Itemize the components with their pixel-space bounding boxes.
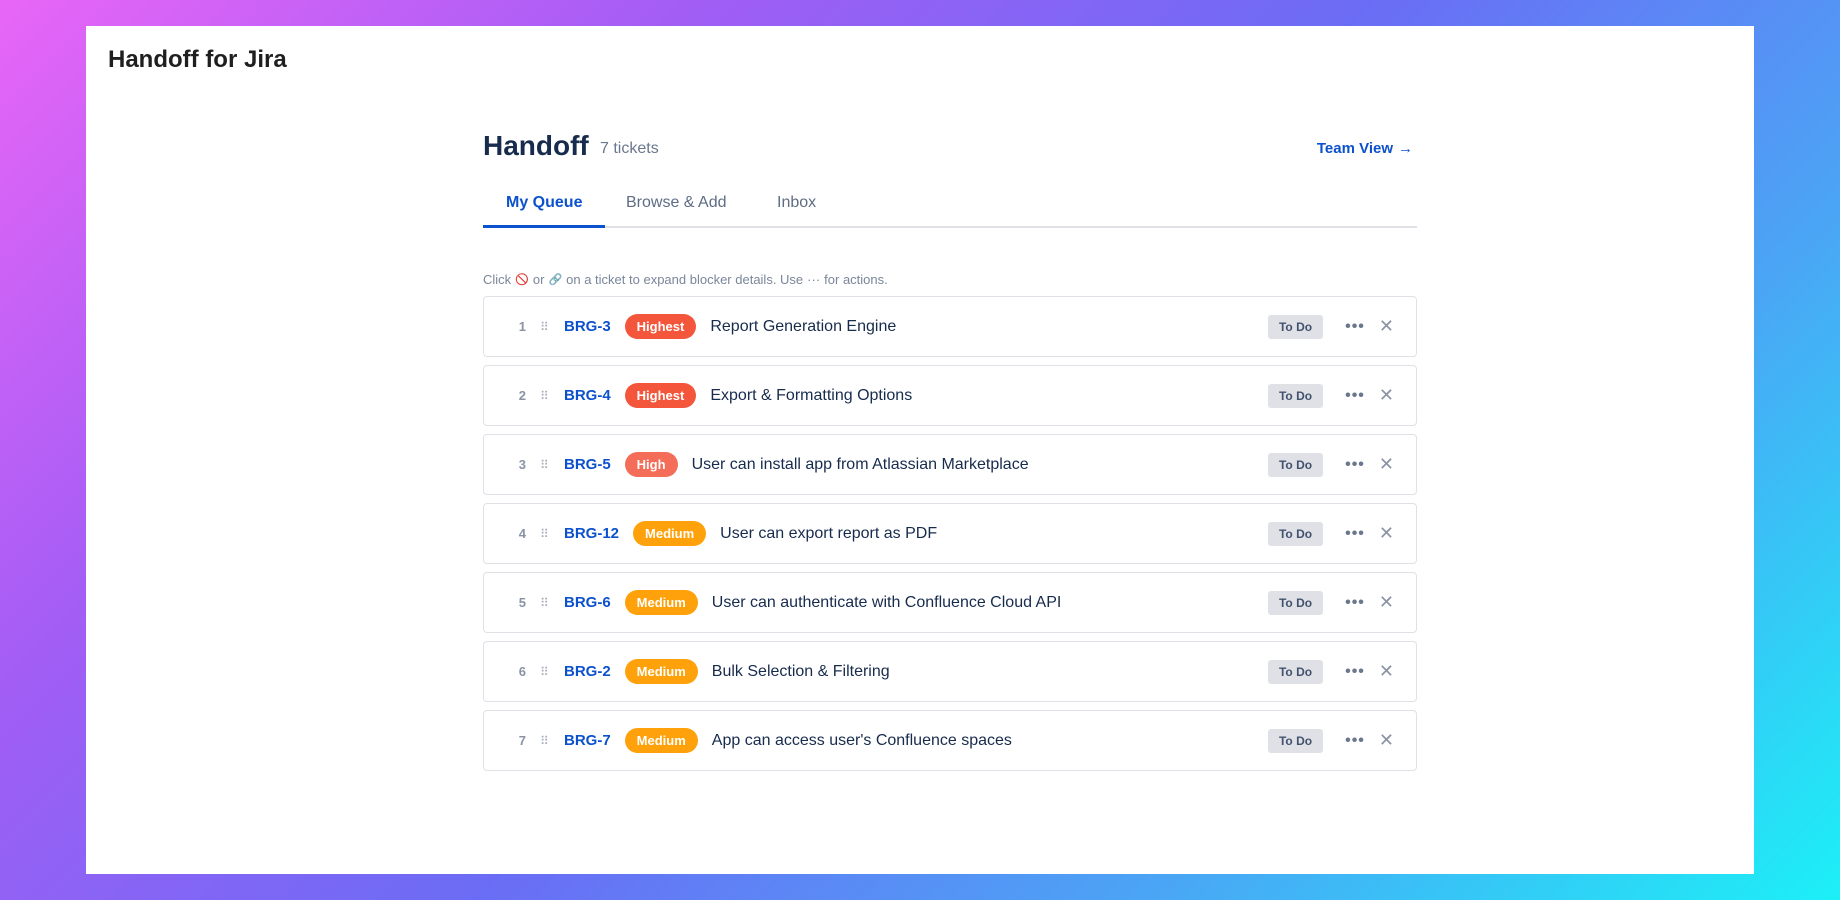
more-icon: ··· (807, 272, 821, 287)
priority-badge: Highest (624, 383, 697, 408)
status-badge[interactable]: To Do (1267, 590, 1324, 615)
ticket-summary: App can access user's Confluence spaces (711, 731, 1012, 749)
remove-icon[interactable]: ✕ (1379, 523, 1394, 544)
ticket-key-link[interactable]: BRG-6 (564, 594, 611, 611)
drag-handle-icon[interactable]: ⠿ (540, 458, 550, 472)
help-hint: Click 🚫 or 🔗 on a ticket to expand block… (483, 272, 1417, 287)
blocker-icon: 🚫 (515, 274, 529, 286)
page-title: Handoff (483, 130, 589, 161)
row-number: 1 (518, 319, 526, 334)
team-view-label: Team View (1316, 140, 1393, 157)
hint-text-3: on a ticket to expand blocker details. U… (566, 272, 804, 287)
ticket-key-link[interactable]: BRG-7 (564, 732, 611, 749)
hint-text-2: or (532, 272, 545, 287)
ticket-row[interactable]: 1 ⠿ BRG-3 Highest Report Generation Engi… (483, 296, 1417, 357)
drag-handle-icon[interactable]: ⠿ (540, 389, 550, 403)
more-actions-icon[interactable]: ••• (1345, 318, 1365, 336)
remove-icon[interactable]: ✕ (1379, 730, 1394, 751)
more-actions-icon[interactable]: ••• (1345, 732, 1365, 750)
ticket-key-link[interactable]: BRG-12 (564, 525, 619, 542)
drag-handle-icon[interactable]: ⠿ (540, 665, 550, 679)
ticket-key-link[interactable]: BRG-2 (564, 663, 611, 680)
priority-badge: Medium (624, 590, 698, 615)
ticket-summary: Bulk Selection & Filtering (711, 662, 890, 680)
ticket-summary: User can authenticate with Confluence Cl… (711, 593, 1062, 611)
ticket-summary: Report Generation Engine (710, 317, 897, 335)
status-badge[interactable]: To Do (1267, 521, 1324, 546)
ticket-key-link[interactable]: BRG-5 (564, 456, 611, 473)
page-header: Handoff 7 tickets Team View → (483, 130, 1417, 174)
more-actions-icon[interactable]: ••• (1345, 663, 1365, 681)
row-number: 2 (518, 388, 526, 403)
row-number: 4 (518, 526, 526, 541)
tab-inbox[interactable]: Inbox (777, 194, 816, 212)
drag-handle-icon[interactable]: ⠿ (540, 527, 550, 541)
tab-my-queue[interactable]: My Queue (506, 194, 582, 212)
status-badge[interactable]: To Do (1267, 314, 1324, 339)
ticket-row[interactable]: 3 ⠿ BRG-5 High User can install app from… (483, 434, 1417, 495)
more-actions-icon[interactable]: ••• (1345, 594, 1365, 612)
row-number: 6 (518, 664, 526, 679)
tab-browse-add[interactable]: Browse & Add (626, 194, 727, 212)
ticket-row[interactable]: 2 ⠿ BRG-4 Highest Export & Formatting Op… (483, 365, 1417, 426)
status-badge[interactable]: To Do (1267, 728, 1324, 753)
hint-text-4: for actions. (824, 272, 888, 287)
priority-badge: High (624, 452, 678, 477)
drag-handle-icon[interactable]: ⠿ (540, 320, 550, 334)
priority-badge: Medium (624, 728, 698, 753)
tab-bar: My Queue Browse & Add Inbox (483, 186, 1417, 228)
remove-icon[interactable]: ✕ (1379, 592, 1394, 613)
team-view-link[interactable]: Team View → (1317, 140, 1413, 157)
remove-icon[interactable]: ✕ (1379, 385, 1394, 406)
active-tab-indicator (483, 225, 605, 228)
ticket-list: 1 ⠿ BRG-3 Highest Report Generation Engi… (483, 296, 1417, 771)
ticket-row[interactable]: 7 ⠿ BRG-7 Medium App can access user's C… (483, 710, 1417, 771)
priority-badge: Medium (624, 659, 698, 684)
remove-icon[interactable]: ✕ (1379, 454, 1394, 475)
ticket-summary: Export & Formatting Options (710, 386, 913, 404)
priority-badge: Highest (624, 314, 697, 339)
ticket-key-link[interactable]: BRG-4 (564, 387, 611, 404)
link-icon: 🔗 (548, 274, 563, 286)
main-content: Handoff 7 tickets Team View → My Queue B… (483, 130, 1417, 779)
more-actions-icon[interactable]: ••• (1345, 525, 1365, 543)
more-actions-icon[interactable]: ••• (1345, 456, 1365, 474)
app-title: Handoff for Jira (108, 46, 287, 73)
more-actions-icon[interactable]: ••• (1345, 387, 1365, 405)
status-badge[interactable]: To Do (1267, 452, 1324, 477)
drag-handle-icon[interactable]: ⠿ (540, 596, 550, 610)
ticket-count: 7 tickets (600, 140, 659, 157)
ticket-summary: User can install app from Atlassian Mark… (691, 455, 1029, 473)
ticket-summary: User can export report as PDF (720, 524, 938, 542)
row-number: 3 (518, 457, 526, 472)
row-number: 7 (518, 733, 526, 748)
priority-badge: Medium (633, 521, 707, 546)
remove-icon[interactable]: ✕ (1379, 316, 1394, 337)
app-window: Handoff for Jira Handoff 7 tickets Team … (86, 26, 1754, 874)
row-number: 5 (518, 595, 526, 610)
remove-icon[interactable]: ✕ (1379, 661, 1394, 682)
ticket-key-link[interactable]: BRG-3 (564, 318, 611, 335)
arrow-right-icon: → (1398, 140, 1413, 157)
status-badge[interactable]: To Do (1267, 659, 1324, 684)
hint-text-1: Click (483, 272, 512, 287)
drag-handle-icon[interactable]: ⠿ (540, 734, 550, 748)
status-badge[interactable]: To Do (1267, 383, 1324, 408)
ticket-row[interactable]: 6 ⠿ BRG-2 Medium Bulk Selection & Filter… (483, 641, 1417, 702)
ticket-row[interactable]: 5 ⠿ BRG-6 Medium User can authenticate w… (483, 572, 1417, 633)
ticket-row[interactable]: 4 ⠿ BRG-12 Medium User can export report… (483, 503, 1417, 564)
